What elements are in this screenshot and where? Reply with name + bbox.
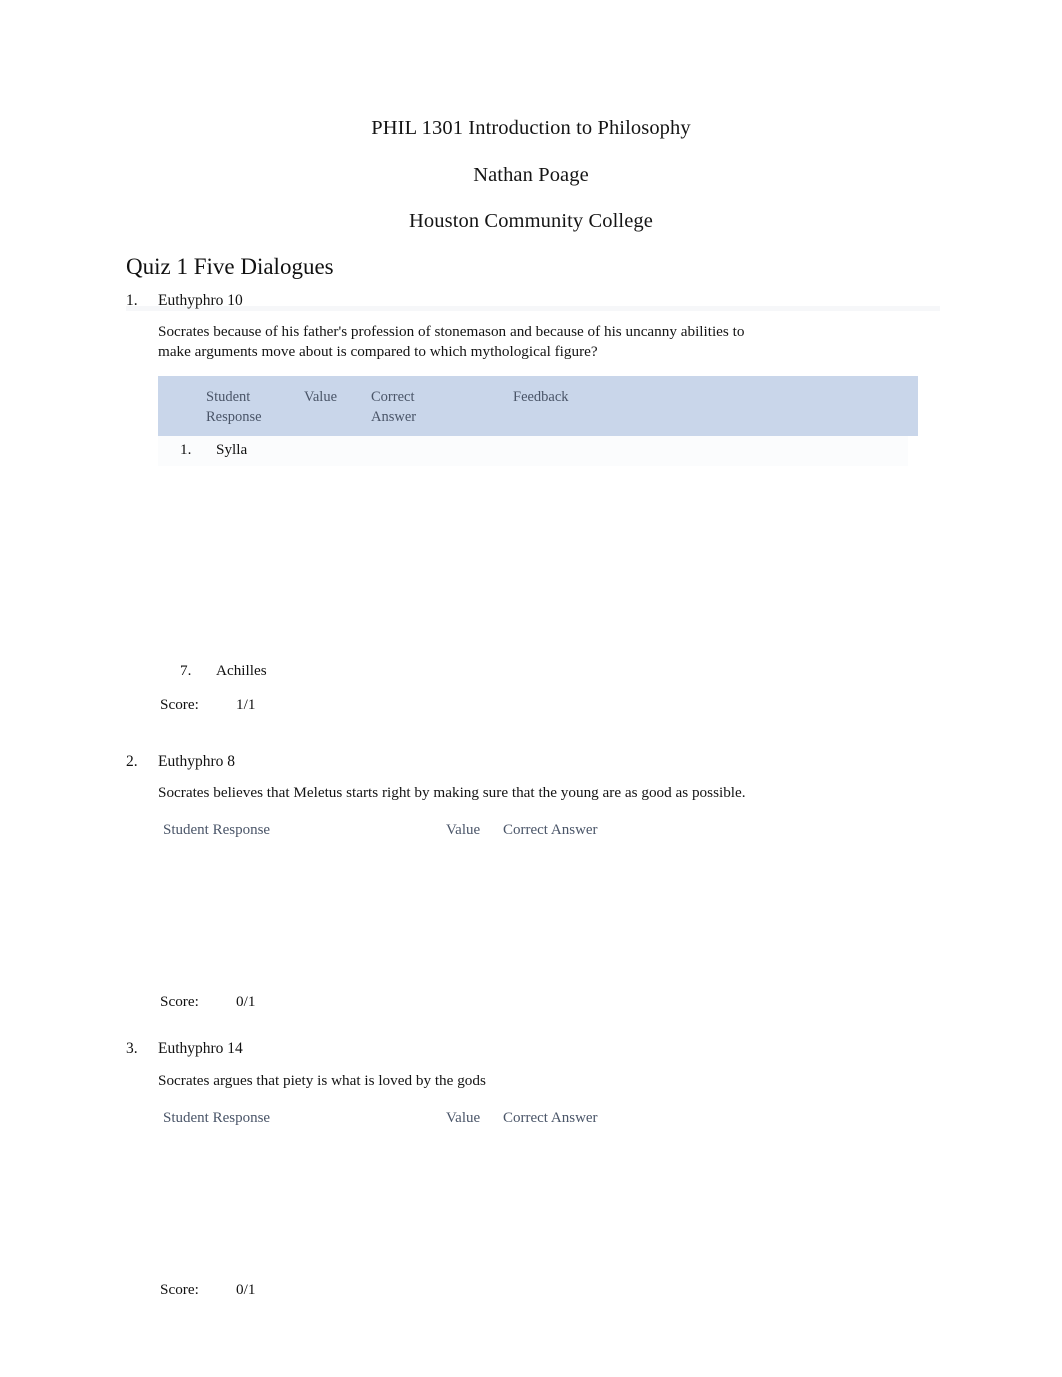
question-heading-1: 1. Euthyphro 10 xyxy=(126,293,940,309)
answer-option-label: Sylla xyxy=(216,441,248,459)
question-title-1: Euthyphro 10 xyxy=(158,291,243,309)
question-number-2: 2. xyxy=(126,752,138,770)
answer-option-label: Achilles xyxy=(216,661,267,679)
score-line-2: Score: 0/1 xyxy=(158,993,940,1015)
answer-options-blank-region xyxy=(158,466,940,662)
question-number-3: 3. xyxy=(126,1040,138,1058)
question-heading-3: 3. Euthyphro 14 xyxy=(126,1041,940,1057)
question-spacer xyxy=(0,1015,1062,1041)
answer-options-blank-region xyxy=(126,843,940,993)
column-header-student-response: Student Response xyxy=(206,389,262,426)
answer-option-row-1: 1. Sylla xyxy=(158,436,908,466)
column-header-student-response: Student Response xyxy=(163,1110,271,1127)
score-label: Score: xyxy=(160,993,199,1011)
answer-option: 1. Sylla xyxy=(158,441,908,459)
score-value: 0/1 xyxy=(236,993,256,1011)
institution-name: Houston Community College xyxy=(409,210,653,232)
answer-option-number: 1. xyxy=(180,441,192,459)
column-header-value: Value xyxy=(304,389,338,406)
question-title-2: Euthyphro 8 xyxy=(158,752,236,770)
answer-table-header-row-3: Student Response Value Correct Answer xyxy=(158,1109,918,1131)
column-header-feedback: Feedback xyxy=(513,389,569,406)
question-prompt-1: Socrates because of his father's profess… xyxy=(158,323,745,361)
column-header-value: Value xyxy=(446,822,481,839)
column-header-value: Value xyxy=(446,1110,481,1127)
column-header-correct-answer: Correct Answer xyxy=(371,389,417,426)
instructor-name: Nathan Poage xyxy=(473,163,589,186)
question-spacer xyxy=(0,718,1062,754)
quiz-title: Quiz 1 Five Dialogues xyxy=(126,253,334,279)
question-prompt-3: Socrates argues that piety is what is lo… xyxy=(158,1071,486,1089)
answer-option-row-7: 7. Achilles xyxy=(158,662,940,680)
answer-table-1: Student Response Value Correct Answer Fe… xyxy=(158,376,940,679)
document-page: PHIL 1301 Introduction to Philosophy Nat… xyxy=(0,0,1062,1377)
question-title-3: Euthyphro 14 xyxy=(158,1040,243,1058)
score-line-3: Score: 0/1 xyxy=(158,1281,940,1303)
score-label: Score: xyxy=(160,1281,199,1299)
question-block-1: 1. Euthyphro 10 Socrates because of his … xyxy=(126,293,940,718)
column-header-correct-answer: Correct Answer xyxy=(503,1110,598,1127)
question-block-3: 3. Euthyphro 14 Socrates argues that pie… xyxy=(126,1041,940,1303)
question-block-2: 2. Euthyphro 8 Socrates believes that Me… xyxy=(126,754,940,1016)
score-value: 0/1 xyxy=(236,1281,256,1299)
question-number-1: 1. xyxy=(126,291,138,309)
score-value: 1/1 xyxy=(236,695,256,713)
answer-option-number: 7. xyxy=(180,661,192,679)
score-line-1: Score: 1/1 xyxy=(158,696,940,718)
question-prompt-2: Socrates believes that Meletus starts ri… xyxy=(158,784,746,802)
course-title: PHIL 1301 Introduction to Philosophy xyxy=(371,117,691,139)
question-heading-2: 2. Euthyphro 8 xyxy=(126,754,940,770)
column-header-student-response: Student Response xyxy=(163,822,271,839)
answer-options-blank-region xyxy=(126,1131,940,1281)
document-header: PHIL 1301 Introduction to Philosophy Nat… xyxy=(0,0,1062,232)
score-label: Score: xyxy=(160,695,199,713)
column-header-correct-answer: Correct Answer xyxy=(503,822,598,839)
answer-table-header-row-2: Student Response Value Correct Answer xyxy=(158,821,918,843)
answer-table-header-row-1: Student Response Value Correct Answer Fe… xyxy=(158,376,918,437)
